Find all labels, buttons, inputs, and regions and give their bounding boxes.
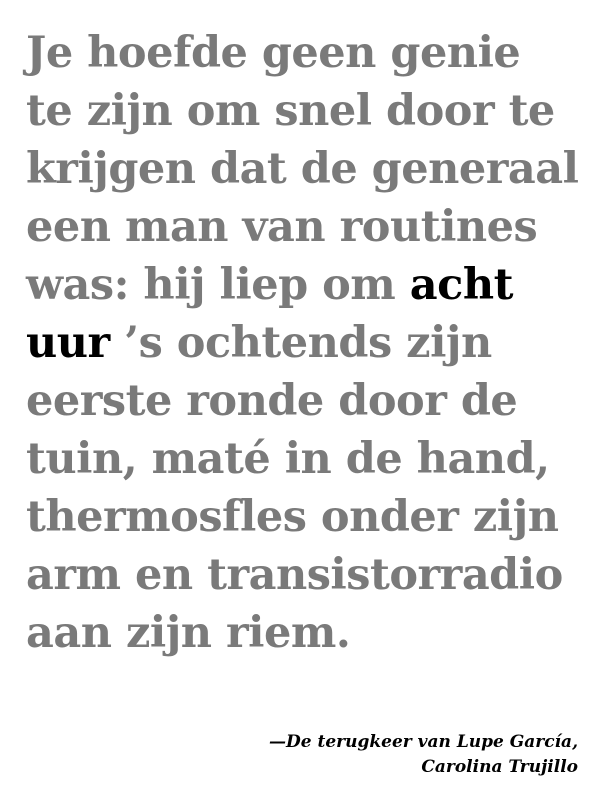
quote-line: tuin, maté in de hand, xyxy=(26,434,550,484)
attribution-title: —De terugkeer van Lupe García, xyxy=(269,732,578,752)
quote-fragment: ’s ochtends zijn xyxy=(109,318,492,368)
quote-text: Je hoefde geen genie te zijn om snel doo… xyxy=(26,24,586,662)
quote-fragment: was: hij liep om xyxy=(26,260,410,310)
quote-line: te zijn om snel door te xyxy=(26,86,555,136)
quote-line: thermosfles onder zijn xyxy=(26,492,559,542)
quote-line: Je hoefde geen genie xyxy=(26,28,521,78)
quote-line: eerste ronde door de xyxy=(26,376,518,426)
quote-line: uur ’s ochtends zijn xyxy=(26,314,586,372)
quote-line: een man van routines xyxy=(26,202,538,252)
attribution-author: Carolina Trujillo xyxy=(421,757,578,777)
quote-line: arm en transistorradio xyxy=(26,550,563,600)
quote-attribution: —De terugkeer van Lupe García, Carolina … xyxy=(269,730,578,780)
quote-line: aan zijn riem. xyxy=(26,608,351,658)
highlighted-time-text: acht xyxy=(409,260,514,310)
quote-line: was: hij liep om acht xyxy=(26,256,586,314)
quote-line: krijgen dat de generaal xyxy=(26,144,579,194)
highlighted-time-text: uur xyxy=(26,318,110,368)
